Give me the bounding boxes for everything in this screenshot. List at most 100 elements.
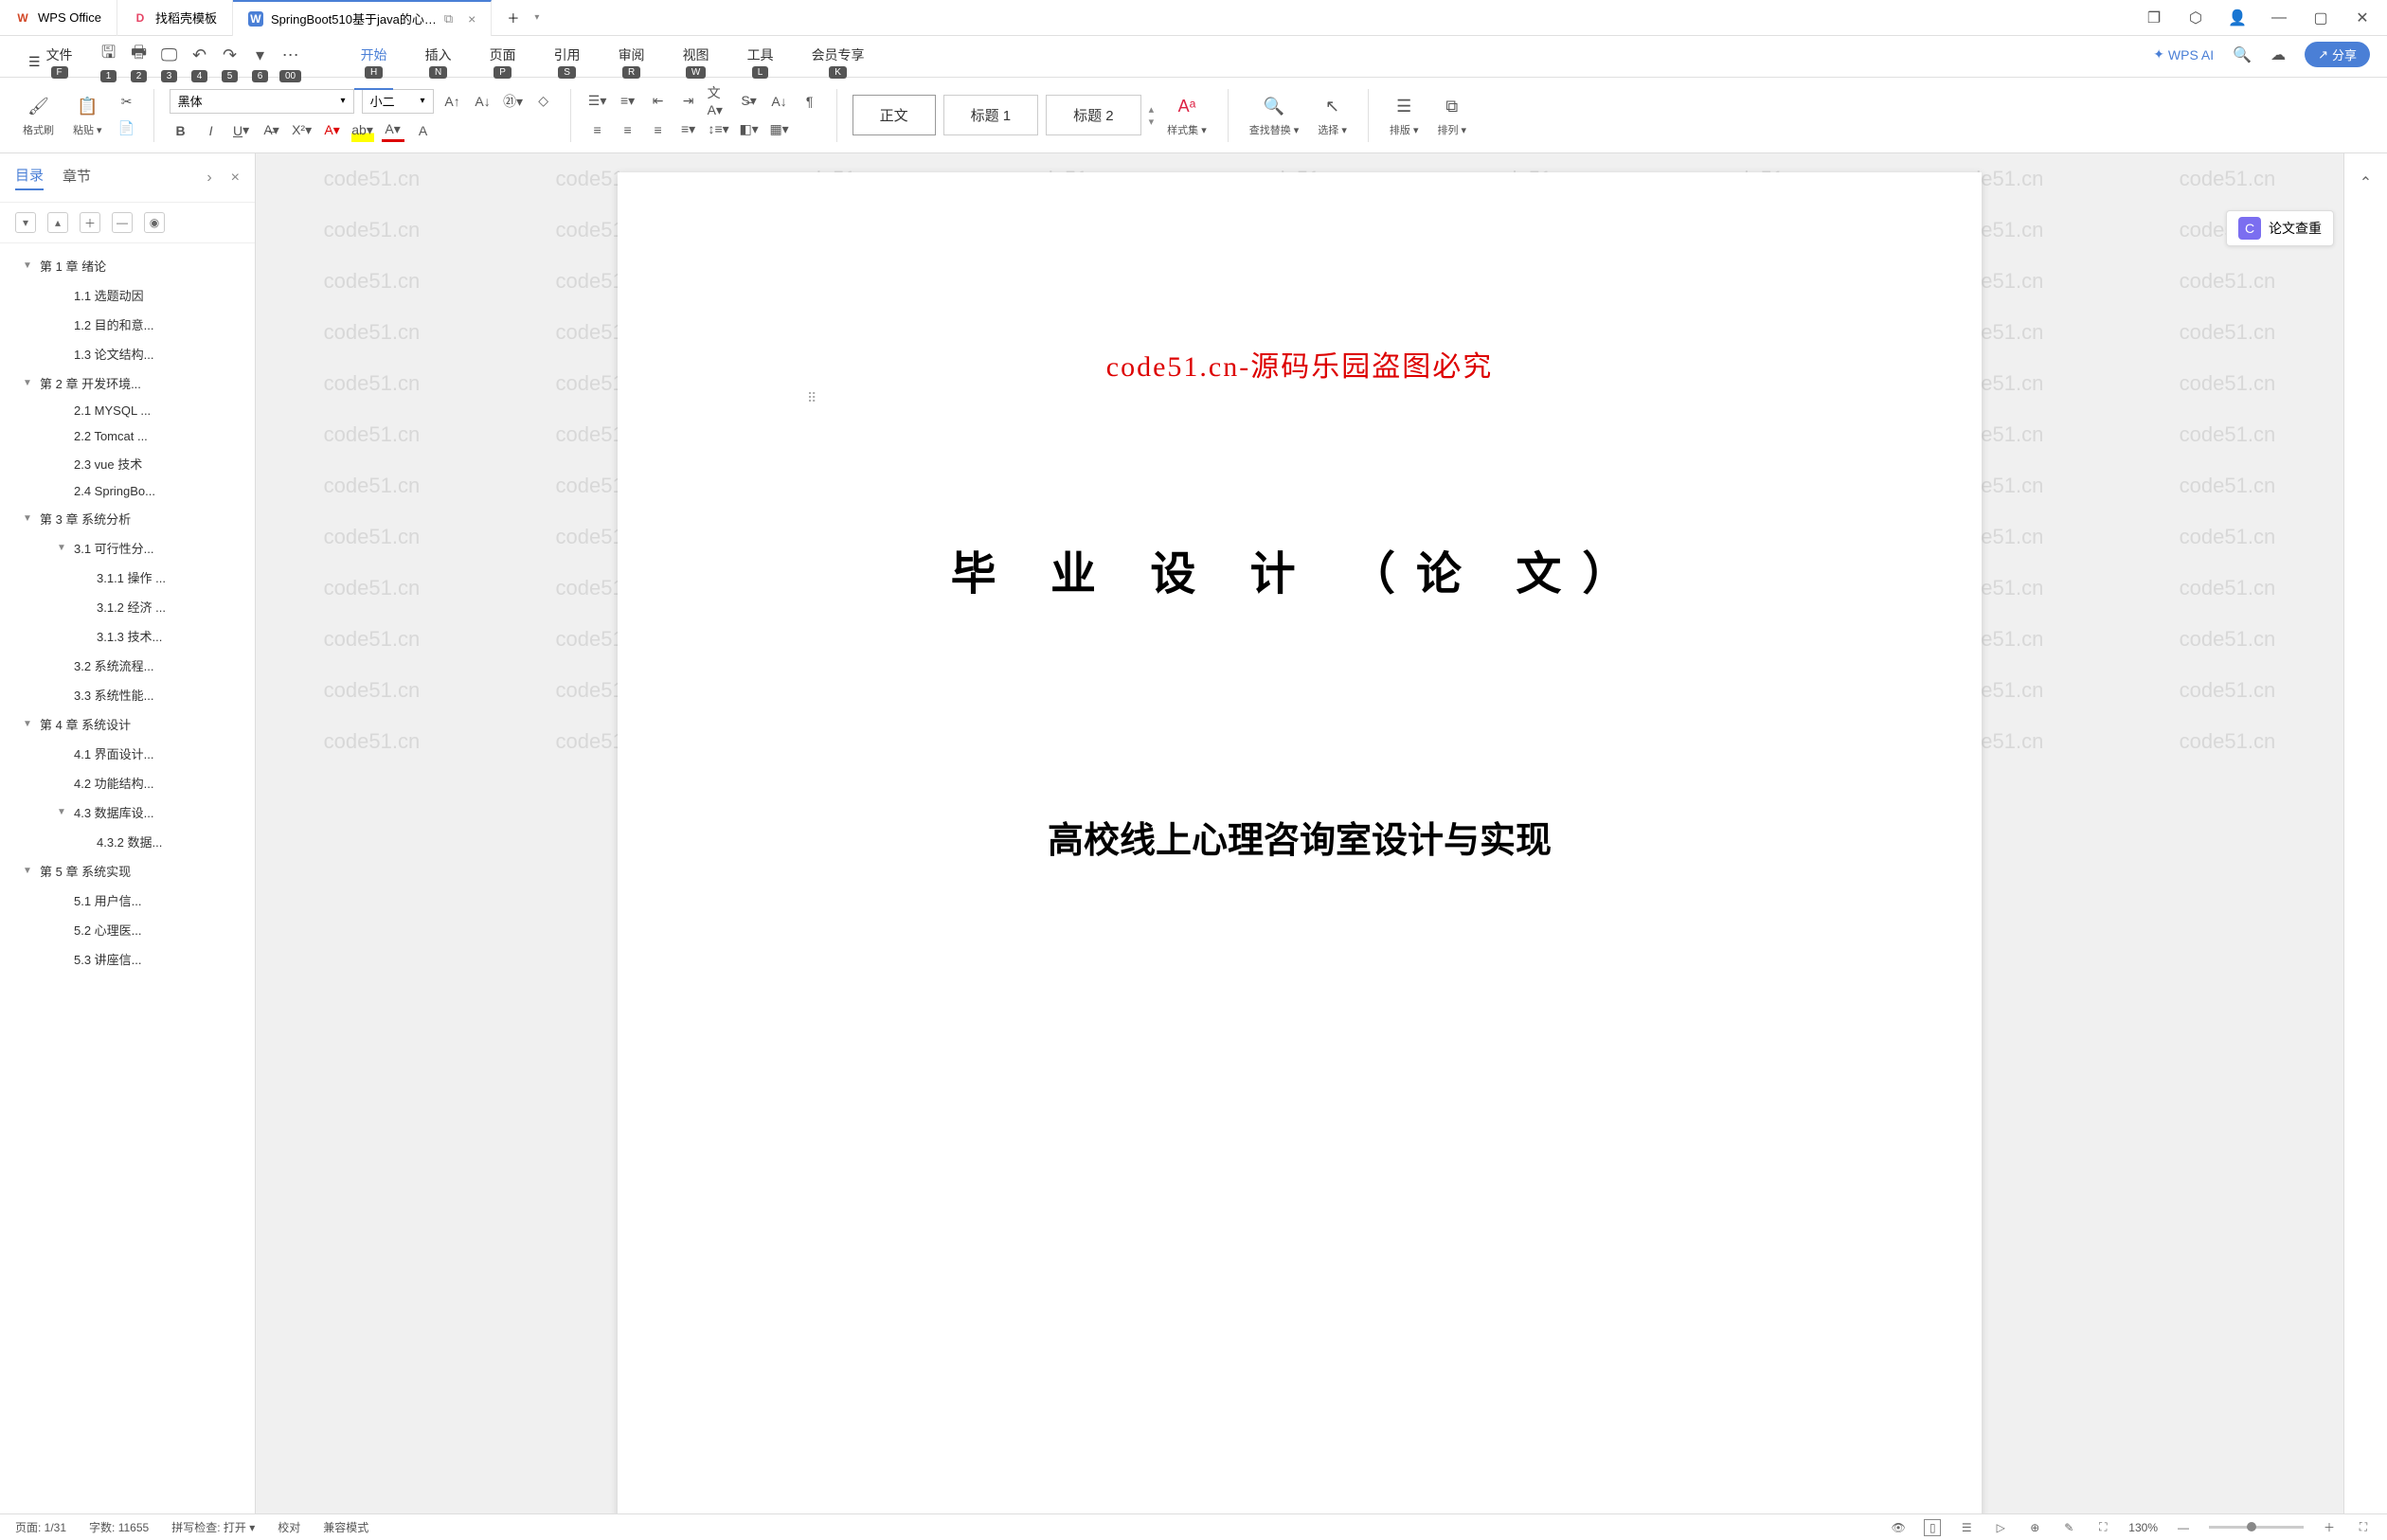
outline-item[interactable]: 4.2 功能结构...	[0, 768, 255, 797]
maximize-icon[interactable]: ▢	[2311, 9, 2330, 27]
zoom-out-icon[interactable]: —	[2175, 1519, 2192, 1536]
line-spacing-button[interactable]: ↕≡▾	[708, 118, 730, 141]
close-window-icon[interactable]: ✕	[2353, 9, 2372, 27]
search-icon[interactable]: 🔍	[2233, 45, 2252, 64]
align-justify-button[interactable]: ≡▾	[677, 118, 700, 141]
outline-item[interactable]: 4.3.2 数据...	[0, 827, 255, 856]
outline-item[interactable]: 3.1.2 经济 ...	[0, 592, 255, 621]
nav-tab-toc[interactable]: 目录	[15, 165, 44, 190]
underline-button[interactable]: U▾	[230, 119, 253, 142]
quick-access-6[interactable]: ▾6	[247, 42, 274, 82]
menu-视图[interactable]: 视图W	[664, 42, 728, 82]
copy-icon[interactable]: 📄	[116, 117, 138, 140]
outline-item[interactable]: ▼第 5 章 系统实现	[0, 856, 255, 886]
tab-template[interactable]: D 找稻壳模板	[117, 0, 233, 36]
outline-item[interactable]: 2.1 MYSQL ...	[0, 398, 255, 423]
outline-item[interactable]: 5.1 用户信...	[0, 886, 255, 915]
status-compat[interactable]: 兼容模式	[323, 1519, 368, 1535]
font-size-select[interactable]: 小二▾	[362, 89, 434, 114]
sort-button[interactable]: A↓	[768, 90, 791, 113]
outline-item[interactable]: 4.1 界面设计...	[0, 739, 255, 768]
avatar[interactable]: 👤	[2228, 9, 2247, 27]
new-tab-button[interactable]: ＋ ▾	[492, 0, 554, 36]
font-color-button[interactable]: A▾	[382, 119, 404, 142]
outline-item[interactable]: 3.1.3 技术...	[0, 621, 255, 651]
menu-开始[interactable]: 开始H	[342, 42, 406, 82]
add-icon[interactable]: ＋	[80, 212, 100, 233]
clear-format-icon[interactable]: ◇	[532, 90, 555, 113]
status-words[interactable]: 字数: 11655	[89, 1519, 149, 1535]
menu-页面[interactable]: 页面P	[471, 42, 535, 82]
outline-item[interactable]: ▼第 1 章 绪论	[0, 251, 255, 280]
outline-item[interactable]: ▼第 3 章 系统分析	[0, 504, 255, 533]
indent-button[interactable]: ⇥	[677, 90, 700, 113]
font-name-select[interactable]: 黑体▾	[170, 89, 354, 114]
format-brush-button[interactable]: 🖌 格式刷	[17, 94, 60, 137]
focus-icon[interactable]: ⛶	[2094, 1519, 2111, 1536]
document-area[interactable]: code51.cncode51.cncode51.cncode51.cncode…	[256, 153, 2343, 1513]
text-direction-button[interactable]: 文A▾	[708, 90, 730, 113]
borders-button[interactable]: ▦▾	[768, 118, 791, 141]
view-mode-icon[interactable]: ◉	[144, 212, 165, 233]
drag-handle-icon[interactable]: ⠿	[807, 390, 817, 406]
collapse-down-icon[interactable]: ▾	[15, 212, 36, 233]
align-left-button[interactable]: ≡	[586, 118, 609, 141]
phonetic-icon[interactable]: ㉑▾	[502, 90, 525, 113]
draft-view-icon[interactable]: ✎	[2060, 1519, 2077, 1536]
rail-collapse-icon[interactable]: ⌃	[2352, 169, 2380, 197]
italic-button[interactable]: I	[200, 119, 223, 142]
file-menu[interactable]: ☰ 文件 F	[17, 42, 84, 82]
eye-icon[interactable]: 👁	[1890, 1519, 1907, 1536]
zoom-slider[interactable]	[2209, 1526, 2304, 1529]
close-icon[interactable]: ×	[468, 11, 476, 27]
select-button[interactable]: ↖ 选择 ▾	[1312, 94, 1353, 137]
outline-item[interactable]: 2.4 SpringBo...	[0, 478, 255, 504]
status-page[interactable]: 页面: 1/31	[15, 1519, 66, 1535]
minimize-icon[interactable]: —	[2270, 9, 2288, 27]
text-effect-button[interactable]: A▾	[321, 119, 344, 142]
outline-item[interactable]: 3.1.1 操作 ...	[0, 563, 255, 592]
menu-插入[interactable]: 插入N	[406, 42, 471, 82]
numbering-button[interactable]: ≡▾	[617, 90, 639, 113]
tab-wps[interactable]: W WPS Office	[0, 0, 117, 36]
outline-item[interactable]: 5.2 心理医...	[0, 915, 255, 944]
tab-popout-icon[interactable]: ⧉	[444, 11, 453, 27]
highlight-button[interactable]: ab▾	[351, 119, 374, 142]
chevron-down-icon[interactable]: ▾	[534, 12, 539, 23]
cloud-icon[interactable]: ☁	[2270, 45, 2286, 64]
nav-tab-chapter[interactable]: 章节	[63, 166, 91, 189]
outline-item[interactable]: 1.1 选题动因	[0, 280, 255, 310]
char-shading-button[interactable]: A	[412, 119, 435, 142]
outline-item[interactable]: 5.3 讲座信...	[0, 944, 255, 974]
show-marks-button[interactable]: ¶	[799, 90, 821, 113]
strike-button[interactable]: A̶▾	[260, 119, 283, 142]
style-body[interactable]: 正文	[852, 95, 936, 135]
collapse-up-icon[interactable]: ▴	[47, 212, 68, 233]
bold-button[interactable]: B	[170, 119, 192, 142]
outline-view-icon[interactable]: ☰	[1958, 1519, 1975, 1536]
paper-check-button[interactable]: C 论文查重	[2226, 210, 2334, 246]
menu-工具[interactable]: 工具L	[728, 42, 793, 82]
outline-item[interactable]: ▼第 4 章 系统设计	[0, 709, 255, 739]
align-right-button[interactable]: ≡	[647, 118, 670, 141]
tab-document[interactable]: W SpringBoot510基于java的心… ⧉ ×	[233, 0, 492, 36]
quick-access-1[interactable]: 🖫1	[96, 42, 122, 82]
superscript-button[interactable]: X²▾	[291, 119, 314, 142]
menu-引用[interactable]: 引用S	[535, 42, 600, 82]
cut-icon[interactable]: ✂	[116, 91, 138, 114]
shading-button[interactable]: ◧▾	[738, 118, 761, 141]
page-view-icon[interactable]: ▯	[1924, 1519, 1941, 1536]
remove-icon[interactable]: —	[112, 212, 133, 233]
outline-item[interactable]: ▼第 2 章 开发环境...	[0, 368, 255, 398]
quick-access-4[interactable]: ↶4	[187, 42, 213, 82]
arrange-button[interactable]: ☰ 排版 ▾	[1384, 94, 1425, 137]
increase-font-icon[interactable]: A↑	[441, 90, 464, 113]
fullscreen-icon[interactable]: ⛶	[2355, 1519, 2372, 1536]
quick-access-5[interactable]: ↷5	[217, 42, 243, 82]
outline-item[interactable]: ▼3.1 可行性分...	[0, 533, 255, 563]
play-icon[interactable]: ▷	[1992, 1519, 2009, 1536]
paste-button[interactable]: 📋 粘贴 ▾	[67, 94, 108, 137]
find-replace-button[interactable]: 🔍 查找替换 ▾	[1244, 94, 1305, 137]
style-heading2[interactable]: 标题 2	[1046, 95, 1141, 135]
share-button[interactable]: ↗分享	[2305, 42, 2370, 67]
